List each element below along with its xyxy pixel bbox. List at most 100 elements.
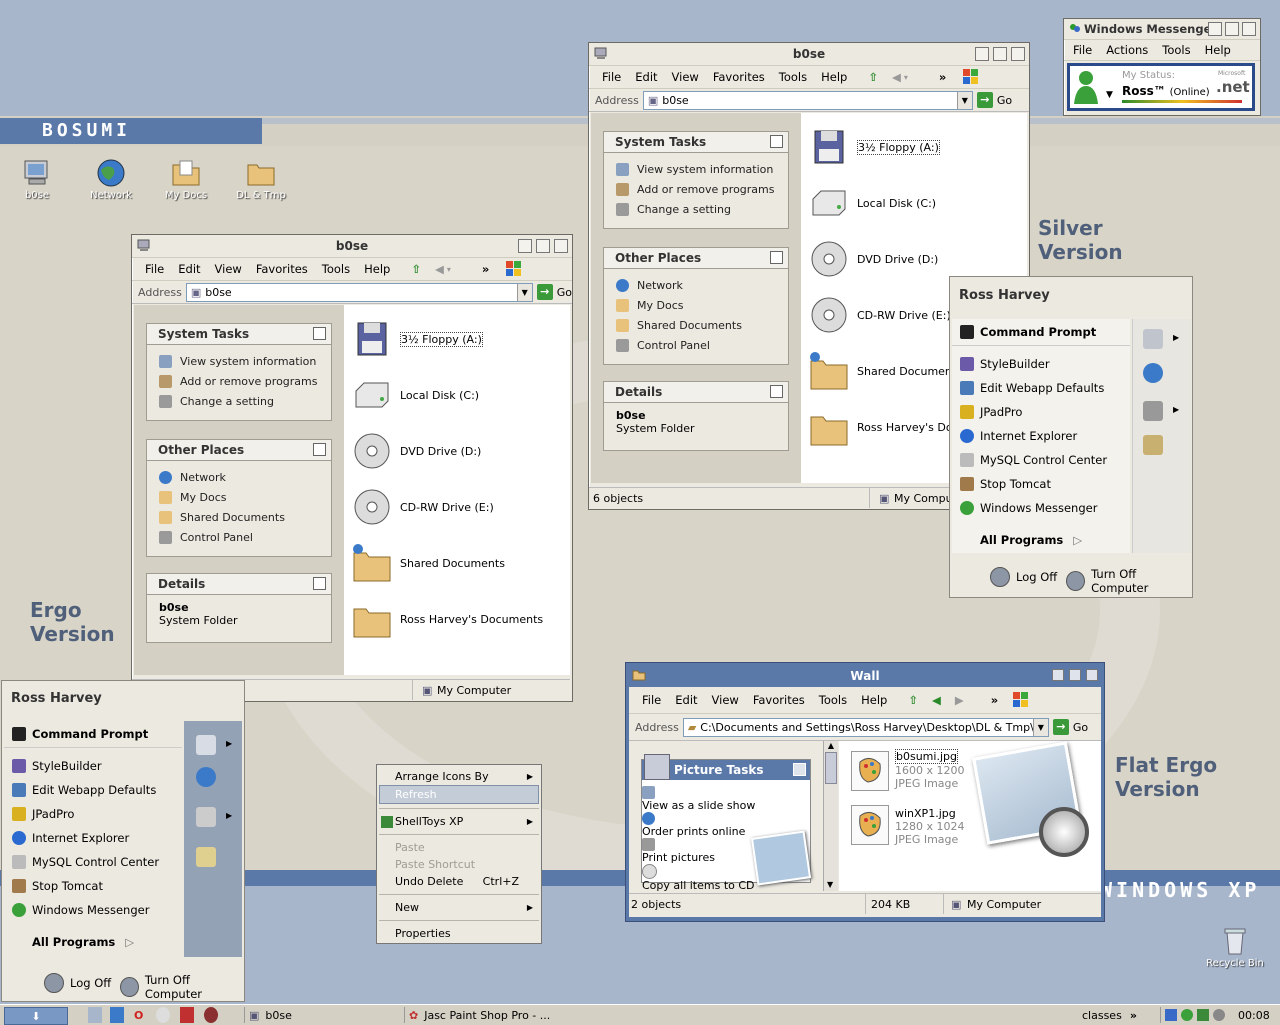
all-programs-button[interactable]: All Programs ▷: [4, 930, 182, 954]
program-stop-tomcat[interactable]: Stop Tomcat: [4, 874, 182, 898]
drive-floppy[interactable]: 3½ Floppy (A:): [809, 127, 940, 167]
menu-item-arrange-icons[interactable]: Arrange Icons By ▶: [377, 768, 541, 785]
collapse-button[interactable]: [770, 135, 783, 148]
toolbar-chevron-icon[interactable]: »: [991, 693, 998, 707]
log-off-button[interactable]: Log Off: [44, 973, 111, 993]
task-add-remove-programs[interactable]: Add or remove programs: [604, 179, 788, 199]
turn-off-button[interactable]: Turn Off Computer: [1066, 567, 1192, 595]
toolbar-chevron-icon[interactable]: »: [1130, 1009, 1137, 1022]
maximize-button[interactable]: [1225, 22, 1239, 36]
network-tray-icon[interactable]: [1165, 1009, 1177, 1021]
desktop-icon-my-docs[interactable]: My Docs: [151, 158, 221, 201]
globe-tray-icon[interactable]: [1197, 1009, 1209, 1021]
menu-view[interactable]: View: [215, 262, 242, 276]
desktop-icon-dl-tmp[interactable]: DL & Tmp: [226, 158, 296, 201]
menu-favorites[interactable]: Favorites: [753, 693, 805, 707]
panel-header[interactable]: Other Places: [147, 440, 331, 461]
menu-file[interactable]: File: [145, 262, 164, 276]
go-button[interactable]: → Go: [536, 284, 572, 300]
settings-icon[interactable]: [196, 847, 216, 867]
minimize-button[interactable]: [975, 47, 989, 61]
drive-cd-rw[interactable]: CD-RW Drive (E:): [352, 487, 494, 527]
task-slide-show[interactable]: View as a slide show: [642, 786, 810, 812]
panel-header[interactable]: Details: [147, 574, 331, 595]
program-edit-webapp-defaults[interactable]: Edit Webapp Defaults: [4, 778, 182, 802]
log-off-button[interactable]: Log Off: [990, 567, 1057, 587]
task-button-b0se[interactable]: ▣ b0se: [244, 1007, 399, 1023]
folder-shared-documents[interactable]: Shared Documents: [809, 351, 962, 391]
program-stylebuilder[interactable]: StyleBuilder: [4, 754, 182, 778]
place-control-panel[interactable]: Control Panel: [147, 527, 331, 547]
maximize-button[interactable]: [993, 47, 1007, 61]
drive-dvd[interactable]: DVD Drive (D:): [809, 239, 938, 279]
chevron-down-icon[interactable]: ▾: [447, 265, 451, 274]
task-view-system-info[interactable]: View system information: [604, 159, 788, 179]
file-winxp1[interactable]: winXP1.jpg 1280 x 1024 JPEG Image: [895, 807, 965, 846]
globe-icon[interactable]: [196, 767, 216, 787]
menu-edit[interactable]: Edit: [178, 262, 200, 276]
collapse-button[interactable]: [770, 251, 783, 264]
menu-item-undo-delete[interactable]: Undo Delete Ctrl+Z: [377, 873, 541, 890]
address-input[interactable]: ▰ C:\Documents and Settings\Ross Harvey\…: [682, 717, 1049, 737]
globe-icon[interactable]: [1143, 363, 1163, 383]
program-jpadpro[interactable]: JPadPro: [952, 400, 1130, 424]
program-mysql-control-center[interactable]: MySQL Control Center: [4, 850, 182, 874]
address-dropdown-button[interactable]: ▼: [956, 91, 972, 109]
program-internet-explorer[interactable]: Internet Explorer: [4, 826, 182, 850]
minimize-button[interactable]: [1208, 22, 1222, 36]
back-arrow-icon[interactable]: ◀: [435, 262, 444, 276]
chevron-down-icon[interactable]: ▾: [904, 73, 908, 82]
task-button-paint-shop[interactable]: ✿ Jasc Paint Shop Pro - ...: [404, 1007, 559, 1023]
folder-ross-documents[interactable]: Ross Harvey's Documents: [352, 599, 543, 639]
minimize-button[interactable]: [1052, 669, 1064, 681]
menu-help[interactable]: Help: [1205, 43, 1231, 57]
start-button[interactable]: ⬇: [4, 1007, 68, 1025]
close-button[interactable]: [554, 239, 568, 253]
menu-help[interactable]: Help: [821, 70, 847, 84]
task-add-remove-programs[interactable]: Add or remove programs: [147, 371, 331, 391]
maximize-button[interactable]: [1069, 669, 1081, 681]
menu-file[interactable]: File: [602, 70, 621, 84]
menu-favorites[interactable]: Favorites: [713, 70, 765, 84]
menu-favorites[interactable]: Favorites: [256, 262, 308, 276]
status-user[interactable]: Ross™ (Online): [1122, 84, 1210, 98]
title-bar[interactable]: b0se: [589, 43, 1029, 66]
clock[interactable]: 00:08: [1238, 1007, 1270, 1023]
drive-local-disk[interactable]: Local Disk (C:): [809, 183, 936, 223]
place-shared-documents[interactable]: Shared Documents: [604, 315, 788, 335]
program-jpadpro[interactable]: JPadPro: [4, 802, 182, 826]
menu-tools[interactable]: Tools: [819, 693, 847, 707]
file-b0sumi[interactable]: b0sumi.jpg 1600 x 1200 JPEG Image: [895, 749, 965, 790]
place-network[interactable]: Network: [147, 467, 331, 487]
turn-off-button[interactable]: Turn Off Computer: [120, 973, 244, 1001]
program-windows-messenger[interactable]: Windows Messenger: [4, 898, 182, 922]
menu-help[interactable]: Help: [364, 262, 390, 276]
menu-tools[interactable]: Tools: [322, 262, 350, 276]
menu-file[interactable]: File: [1073, 43, 1092, 57]
address-input[interactable]: ▣ b0se ▼: [185, 282, 533, 302]
menu-item-new[interactable]: New ▶: [377, 899, 541, 916]
scroll-up-icon[interactable]: ▲: [824, 741, 838, 750]
menu-actions[interactable]: Actions: [1106, 43, 1148, 57]
quicklaunch-app-icon[interactable]: [204, 1007, 218, 1023]
tools-icon[interactable]: [196, 807, 216, 827]
place-my-docs[interactable]: My Docs: [604, 295, 788, 315]
task-change-setting[interactable]: Change a setting: [147, 391, 331, 411]
menu-item-refresh[interactable]: Refresh: [379, 785, 539, 804]
go-button[interactable]: → Go: [976, 92, 1012, 108]
drive-cd-rw[interactable]: CD-RW Drive (E:): [809, 295, 951, 335]
up-folder-icon[interactable]: ⇧: [908, 693, 918, 707]
scroll-thumb[interactable]: [825, 752, 837, 784]
address-dropdown-button[interactable]: ▼: [1032, 718, 1048, 736]
menu-file[interactable]: File: [642, 693, 661, 707]
place-network[interactable]: Network: [604, 275, 788, 295]
program-mysql-control-center[interactable]: MySQL Control Center: [952, 448, 1130, 472]
title-bar[interactable]: b0se: [132, 235, 572, 258]
panel-header[interactable]: Picture Tasks: [642, 754, 810, 780]
collapse-button[interactable]: [770, 385, 783, 398]
back-arrow-icon[interactable]: ◀: [932, 693, 941, 707]
panel-header[interactable]: System Tasks: [604, 132, 788, 153]
quicklaunch-opera-icon[interactable]: O: [134, 1007, 148, 1023]
scheduled-tasks-icon[interactable]: [196, 735, 216, 755]
desktop-icon-network[interactable]: Network: [76, 158, 146, 201]
